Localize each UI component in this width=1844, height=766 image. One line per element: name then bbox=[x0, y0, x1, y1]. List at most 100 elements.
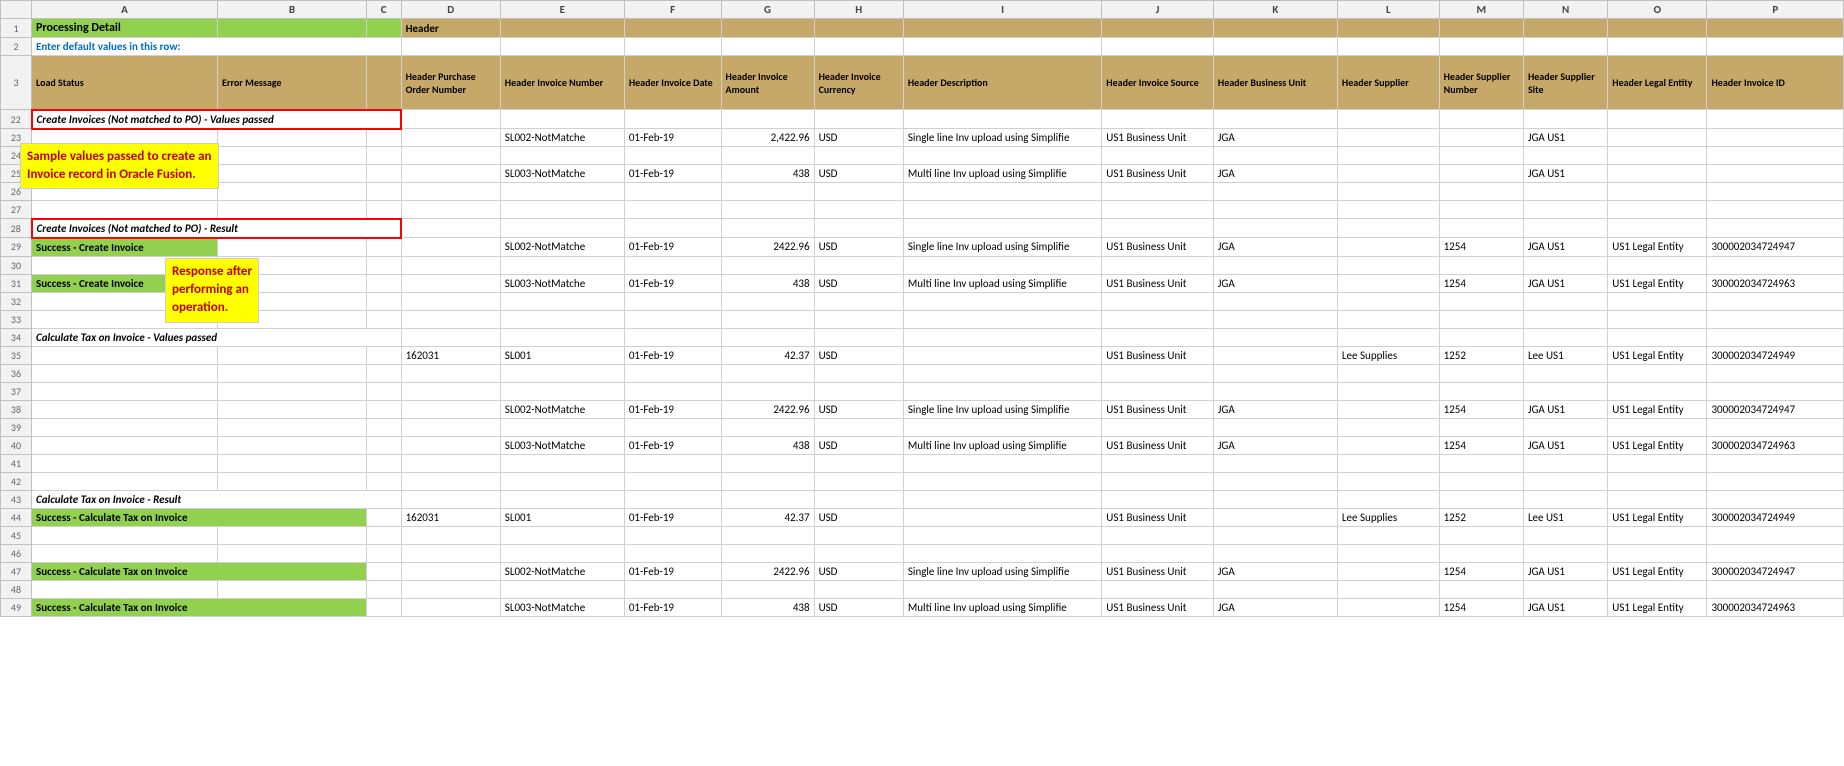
header-business-unit: Header Business Unit bbox=[1213, 56, 1337, 110]
cell-J40: US1 Business Unit bbox=[1102, 436, 1214, 454]
row-num-37: 37 bbox=[1, 382, 32, 400]
cell-J35: US1 Business Unit bbox=[1102, 346, 1214, 364]
cell-J25: US1 Business Unit bbox=[1102, 165, 1214, 183]
col-header-J: J bbox=[1102, 1, 1214, 19]
cell-F49: 01-Feb-19 bbox=[624, 598, 721, 616]
cell-H35: USD bbox=[814, 346, 903, 364]
cell-F23: 01-Feb-19 bbox=[624, 129, 721, 147]
cell-K40: JGA bbox=[1213, 436, 1337, 454]
cell-N40: JGA US1 bbox=[1523, 436, 1607, 454]
table-row: 47 Success - Calculate Tax on Invoice SL… bbox=[1, 562, 1844, 580]
cell-L2 bbox=[1337, 38, 1439, 56]
col-header-C: C bbox=[366, 1, 401, 19]
section-header-tax-result: Calculate Tax on Invoice - Result bbox=[32, 490, 402, 508]
header-invoice-currency: Header Invoice Currency bbox=[814, 56, 903, 110]
cell-O29: US1 Legal Entity bbox=[1608, 238, 1707, 257]
cell-J2 bbox=[1102, 38, 1214, 56]
cell-H40: USD bbox=[814, 436, 903, 454]
cell-B1 bbox=[218, 19, 367, 38]
cell-I47: Single line Inv upload using Simplifie bbox=[903, 562, 1101, 580]
cell-I31: Multi line Inv upload using Simplifie bbox=[903, 274, 1101, 292]
col-header-K: K bbox=[1213, 1, 1337, 19]
header-invoice-amount: Header Invoice Amount bbox=[721, 56, 814, 110]
cell-N1 bbox=[1523, 19, 1607, 38]
cell-G22 bbox=[721, 110, 814, 129]
cell-P35: 300002034724949 bbox=[1707, 346, 1844, 364]
cell-N22 bbox=[1523, 110, 1607, 129]
cell-I24 bbox=[903, 147, 1101, 165]
cell-I22 bbox=[903, 110, 1101, 129]
row-num-22: 22 bbox=[1, 110, 32, 129]
cell-K25: JGA bbox=[1213, 165, 1337, 183]
cell-G47: 2422.96 bbox=[721, 562, 814, 580]
cell-H38: USD bbox=[814, 400, 903, 418]
cell-E31: SL003-NotMatche bbox=[500, 274, 624, 292]
cell-I25: Multi line Inv upload using Simplifie bbox=[903, 165, 1101, 183]
row-num-38: 38 bbox=[1, 400, 32, 418]
cell-H29: USD bbox=[814, 238, 903, 257]
cell-O22 bbox=[1608, 110, 1707, 129]
row-num-48: 48 bbox=[1, 580, 32, 598]
cell-J44: US1 Business Unit bbox=[1102, 508, 1214, 526]
header-supplier: Header Supplier bbox=[1337, 56, 1439, 110]
cell-E38: SL002-NotMatche bbox=[500, 400, 624, 418]
table-row: 48 bbox=[1, 580, 1844, 598]
row-num-3: 3 bbox=[1, 56, 32, 110]
cell-D35: 162031 bbox=[401, 346, 500, 364]
cell-D24 bbox=[401, 147, 500, 165]
cell-L44: Lee Supplies bbox=[1337, 508, 1439, 526]
cell-J24 bbox=[1102, 147, 1214, 165]
annotation-sample-values: Sample values passed to create anInvoice… bbox=[20, 143, 219, 189]
cell-J22 bbox=[1102, 110, 1214, 129]
table-row: 42 bbox=[1, 472, 1844, 490]
table-row: 28 Create Invoices (Not matched to PO) -… bbox=[1, 219, 1844, 238]
cell-M1 bbox=[1439, 19, 1523, 38]
col-header-F: F bbox=[624, 1, 721, 19]
row-num-43: 43 bbox=[1, 490, 32, 508]
cell-E1 bbox=[500, 19, 624, 38]
cell-L25 bbox=[1337, 165, 1439, 183]
cell-I1 bbox=[903, 19, 1101, 38]
cell-J23: US1 Business Unit bbox=[1102, 129, 1214, 147]
row-num-39: 39 bbox=[1, 418, 32, 436]
cell-O23 bbox=[1608, 129, 1707, 147]
row-num-27: 27 bbox=[1, 201, 32, 219]
cell-L31 bbox=[1337, 274, 1439, 292]
header-supplier-site: Header Supplier Site bbox=[1523, 56, 1607, 110]
cell-G25: 438 bbox=[721, 165, 814, 183]
cell-F24 bbox=[624, 147, 721, 165]
header-description: Header Description bbox=[903, 56, 1101, 110]
cell-I2 bbox=[903, 38, 1101, 56]
cell-A1[interactable]: Processing Detail bbox=[32, 19, 218, 38]
cell-P29: 300002034724947 bbox=[1707, 238, 1844, 257]
cell-F22 bbox=[624, 110, 721, 129]
corner-header bbox=[1, 1, 32, 19]
table-row: 2 Enter default values in this row: bbox=[1, 38, 1844, 56]
cell-P38: 300002034724947 bbox=[1707, 400, 1844, 418]
cell-P2 bbox=[1707, 38, 1844, 56]
cell-L40 bbox=[1337, 436, 1439, 454]
cell-D23 bbox=[401, 129, 500, 147]
cell-E2 bbox=[500, 38, 624, 56]
cell-F38: 01-Feb-19 bbox=[624, 400, 721, 418]
cell-G49: 438 bbox=[721, 598, 814, 616]
cell-E23: SL002-NotMatche bbox=[500, 129, 624, 147]
cell-A49-success: Success - Calculate Tax on Invoice bbox=[32, 598, 367, 616]
cell-D25 bbox=[401, 165, 500, 183]
cell-E29: SL002-NotMatche bbox=[500, 238, 624, 257]
cell-H25: USD bbox=[814, 165, 903, 183]
cell-O25 bbox=[1608, 165, 1707, 183]
row-num-44: 44 bbox=[1, 508, 32, 526]
cell-H47: USD bbox=[814, 562, 903, 580]
table-row: 3 Load Status Error Message Header Purch… bbox=[1, 56, 1844, 110]
table-row: 49 Success - Calculate Tax on Invoice SL… bbox=[1, 598, 1844, 616]
cell-E35: SL001 bbox=[500, 346, 624, 364]
cell-N25: JGA US1 bbox=[1523, 165, 1607, 183]
row-num-47: 47 bbox=[1, 562, 32, 580]
cell-I44 bbox=[903, 508, 1101, 526]
cell-O49: US1 Legal Entity bbox=[1608, 598, 1707, 616]
cell-K2 bbox=[1213, 38, 1337, 56]
cell-I38: Single line Inv upload using Simplifie bbox=[903, 400, 1101, 418]
cell-P49: 300002034724963 bbox=[1707, 598, 1844, 616]
table-row: 40 SL003-NotMatche 01-Feb-19 438 USD Mul… bbox=[1, 436, 1844, 454]
